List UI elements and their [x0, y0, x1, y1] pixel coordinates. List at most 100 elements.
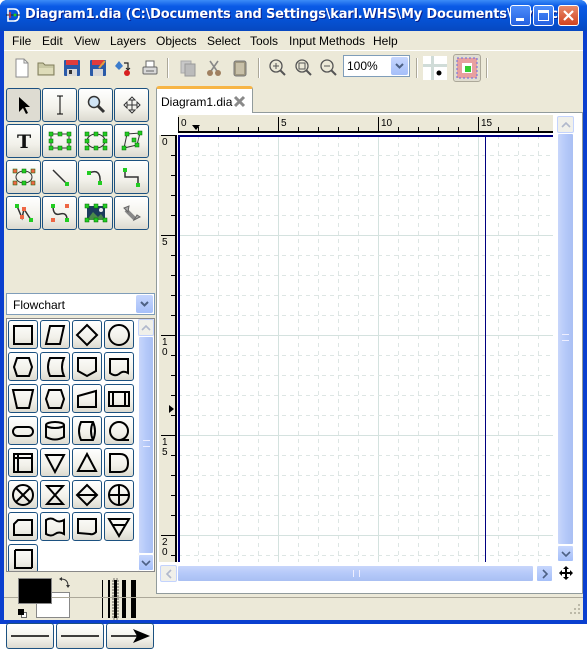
tool-arc[interactable]: [78, 160, 113, 194]
shape-display[interactable]: [72, 512, 102, 541]
shape-terminator-hex[interactable]: [40, 384, 70, 413]
menu-help[interactable]: Help: [373, 34, 398, 48]
swap-colors-icon[interactable]: [58, 576, 72, 590]
shapes-scroll-up[interactable]: [138, 319, 154, 336]
cut-button[interactable]: [202, 56, 226, 80]
save-button[interactable]: [60, 56, 84, 80]
shape-card[interactable]: [8, 512, 38, 541]
menu-file[interactable]: File: [12, 34, 31, 48]
tool-scroll[interactable]: [114, 88, 149, 122]
tool-ellipse[interactable]: [78, 124, 113, 158]
canvas-vertical-scrollbar[interactable]: [557, 116, 574, 562]
end-arrow-button[interactable]: [106, 623, 154, 649]
shape-magnetic-disk[interactable]: [40, 416, 70, 445]
navigation-move-icon[interactable]: [559, 566, 573, 580]
shape-internal-storage[interactable]: [8, 448, 38, 477]
close-tab-icon[interactable]: [233, 95, 246, 108]
zoom-value[interactable]: 100%: [347, 59, 378, 73]
snap-to-grid-toggle[interactable]: [423, 56, 447, 80]
horizontal-scroll-thumb[interactable]: [177, 565, 534, 582]
close-button[interactable]: [558, 5, 579, 26]
shape-terminal[interactable]: [8, 416, 38, 445]
shapes-scroll-down[interactable]: [138, 554, 154, 571]
maximize-button[interactable]: [533, 5, 554, 26]
sheet-dropdown-button[interactable]: [136, 295, 153, 313]
tool-box[interactable]: [42, 124, 77, 158]
tool-beziergon[interactable]: [6, 160, 41, 194]
scroll-up-button[interactable]: [557, 116, 574, 133]
tool-pointer[interactable]: [6, 88, 41, 122]
shape-or[interactable]: [104, 480, 134, 509]
shape-transaction-file[interactable]: [8, 544, 38, 571]
scroll-right-button[interactable]: [536, 565, 553, 582]
tool-outline[interactable]: [114, 196, 149, 230]
menu-layers[interactable]: Layers: [110, 34, 146, 48]
print-button[interactable]: [138, 56, 162, 80]
shape-predefined-process[interactable]: [104, 384, 134, 413]
menu-tools[interactable]: Tools: [250, 34, 278, 48]
shape-data[interactable]: [40, 320, 70, 349]
scroll-down-button[interactable]: [557, 545, 574, 562]
open-button[interactable]: [34, 56, 58, 80]
sheet-selector[interactable]: Flowchart: [6, 293, 155, 315]
tool-text-edit[interactable]: [42, 88, 77, 122]
snap-to-objects-toggle[interactable]: [453, 54, 481, 82]
menu-edit[interactable]: Edit: [42, 34, 63, 48]
tool-bezier-line[interactable]: [42, 196, 77, 230]
line-style-button[interactable]: [56, 623, 104, 649]
foreground-color-swatch[interactable]: [18, 578, 52, 604]
zoom-in-button[interactable]: [266, 56, 290, 80]
shape-offline-storage[interactable]: [104, 512, 134, 541]
chevron-down-icon: [140, 301, 149, 307]
zoom-out-button[interactable]: [317, 56, 341, 80]
shape-manual-input[interactable]: [72, 384, 102, 413]
shapes-scroll-thumb[interactable]: [138, 336, 154, 554]
tab-diagram1[interactable]: Diagram1.dia: [156, 86, 253, 113]
zoom-combo[interactable]: 100%: [343, 55, 410, 77]
shape-sequential-access[interactable]: [104, 416, 134, 445]
shape-preparation[interactable]: [8, 352, 38, 381]
tool-magnify[interactable]: [78, 88, 113, 122]
canvas-horizontal-scrollbar[interactable]: [160, 565, 553, 582]
title-bar[interactable]: Diagram1.dia (C:\Documents and Settings\…: [0, 0, 587, 31]
tool-polygon[interactable]: [114, 124, 149, 158]
tool-line[interactable]: [42, 160, 77, 194]
shape-delay[interactable]: [104, 448, 134, 477]
shape-punched-tape[interactable]: [40, 512, 70, 541]
save-as-button[interactable]: [86, 56, 110, 80]
shape-connector[interactable]: [104, 320, 134, 349]
tool-text[interactable]: T: [6, 124, 41, 158]
minimize-button[interactable]: [510, 5, 531, 26]
shape-extract[interactable]: [72, 448, 102, 477]
start-arrow-button[interactable]: [6, 623, 54, 649]
shape-merge[interactable]: [40, 448, 70, 477]
scroll-left-button[interactable]: [160, 565, 177, 582]
shape-offpage-connector[interactable]: [72, 352, 102, 381]
shape-direct-access-storage[interactable]: [72, 416, 102, 445]
export-button[interactable]: [111, 56, 135, 80]
shapes-scrollbar[interactable]: [138, 319, 154, 571]
new-button[interactable]: [10, 56, 34, 80]
menu-view[interactable]: View: [74, 34, 100, 48]
shape-summing-junction[interactable]: [8, 480, 38, 509]
resize-grip-icon[interactable]: [569, 603, 581, 615]
shape-stored-data[interactable]: [40, 352, 70, 381]
tool-image[interactable]: [78, 196, 113, 230]
tool-polyline[interactable]: [6, 196, 41, 230]
copy-button[interactable]: [176, 56, 200, 80]
menu-select[interactable]: Select: [207, 34, 240, 48]
shape-document[interactable]: [104, 352, 134, 381]
menu-objects[interactable]: Objects: [156, 34, 197, 48]
vertical-scroll-thumb[interactable]: [557, 133, 574, 545]
shape-manual-operation[interactable]: [8, 384, 38, 413]
shape-process[interactable]: [8, 320, 38, 349]
menu-input-methods[interactable]: Input Methods: [289, 34, 365, 48]
zoom-fit-button[interactable]: [292, 56, 316, 80]
shape-sort[interactable]: [72, 480, 102, 509]
shape-decision[interactable]: [72, 320, 102, 349]
tool-zigzag-line[interactable]: [114, 160, 149, 194]
paste-button[interactable]: [228, 56, 252, 80]
diagram-canvas[interactable]: [178, 135, 553, 562]
shape-collate[interactable]: [40, 480, 70, 509]
zoom-dropdown-button[interactable]: [391, 57, 408, 75]
